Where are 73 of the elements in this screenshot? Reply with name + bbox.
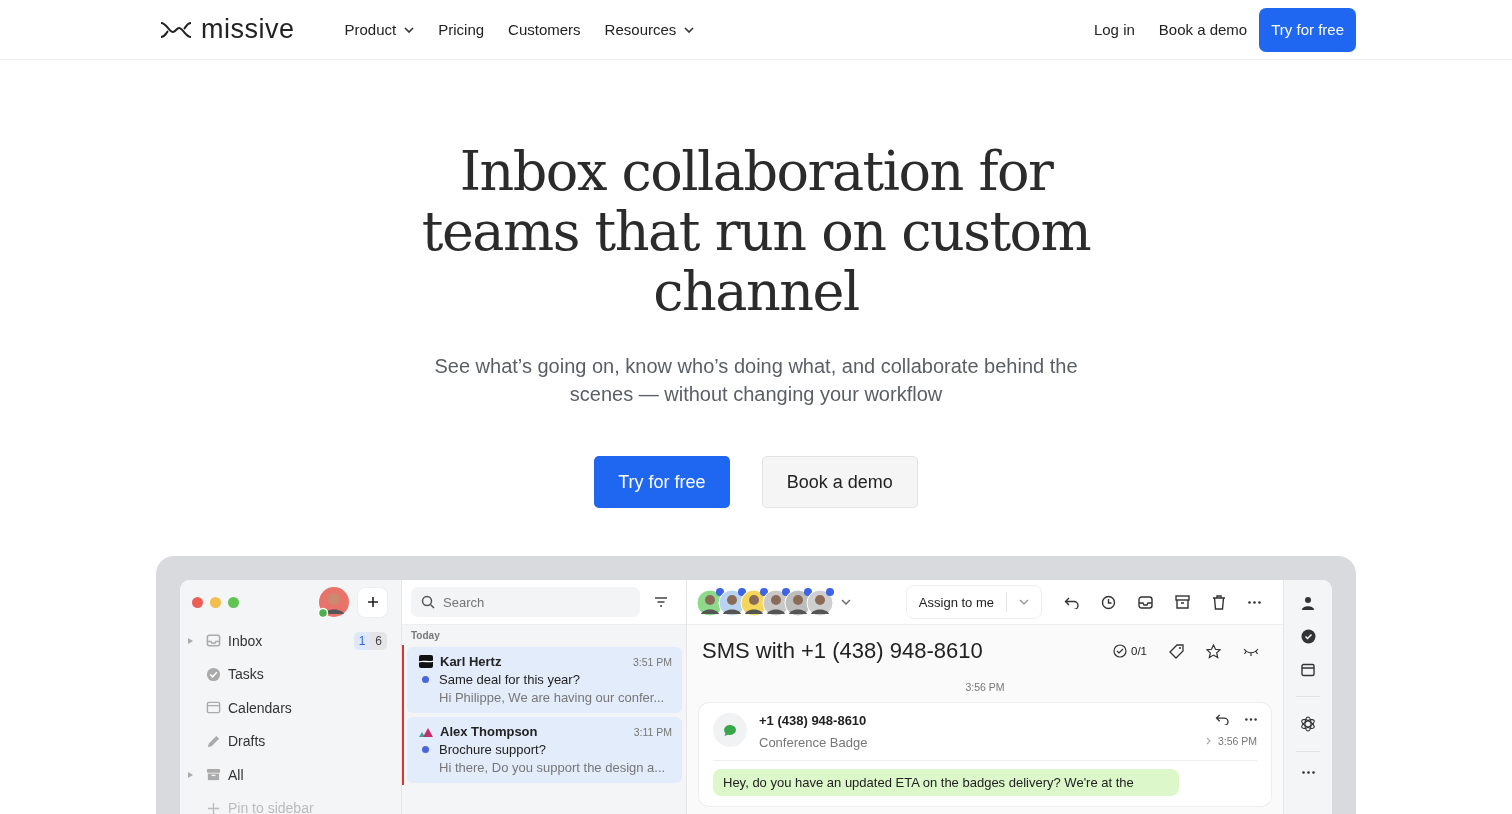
message-subject: Conference Badge: [759, 735, 868, 750]
search-field[interactable]: Search: [411, 587, 640, 617]
tag-icon[interactable]: [1169, 643, 1184, 659]
trash-icon[interactable]: [1212, 594, 1226, 610]
conversation-title: SMS with +1 (438) 948-8610: [702, 638, 983, 664]
check-circle-icon: [206, 666, 221, 682]
search-icon: [421, 595, 435, 609]
sidebar-item[interactable]: Calendars: [228, 699, 292, 716]
logo-icon: [160, 20, 192, 39]
more-icon[interactable]: [1301, 771, 1315, 774]
time-label: 3:11 PM: [633, 725, 672, 738]
sidebar-item[interactable]: Inbox: [228, 632, 263, 649]
sidebar-item[interactable]: Tasks: [228, 666, 264, 683]
message-bubble: Hey, do you have an updated ETA on the badges delivery? We're at the: [713, 769, 1179, 796]
company-logo-icon: [419, 655, 433, 668]
closed-eye-icon[interactable]: [1243, 646, 1259, 656]
assign-button[interactable]: Assign to me: [905, 585, 1042, 619]
plus-icon: [366, 596, 379, 608]
time-label: 3:56 PM: [1217, 735, 1257, 747]
company-logo-icon: [419, 726, 433, 737]
message-preview: Hi Philippe, We are having our confer...: [438, 690, 666, 705]
person-icon[interactable]: [1301, 596, 1315, 610]
calendar-icon[interactable]: [1301, 663, 1315, 677]
archive-icon: [206, 767, 221, 783]
hero-subtitle: See what’s going on, know who’s doing what, and collaborate behind the scenes — without changing your workflow: [433, 354, 1079, 407]
chevron-down-icon: [1019, 599, 1029, 605]
time-label: 3:51 PM: [632, 655, 672, 668]
plus-icon: [206, 800, 221, 814]
pencil-icon: [206, 733, 221, 749]
try-free-button[interactable]: Try for free: [594, 456, 730, 508]
nav-link[interactable]: Pricing: [438, 21, 485, 38]
compose-button[interactable]: [358, 587, 387, 617]
inbox-icon[interactable]: [1138, 595, 1153, 609]
clock-icon[interactable]: [1101, 594, 1116, 610]
check-circle-icon[interactable]: [1300, 629, 1316, 644]
subject: Same deal for this year?: [439, 672, 580, 687]
message-preview: Hi there, Do you support the design a...: [438, 760, 667, 775]
filter-icon[interactable]: [654, 597, 668, 607]
avatar[interactable]: [318, 586, 350, 618]
sidebar-item[interactable]: Drafts: [228, 733, 266, 750]
close-window-button[interactable]: [192, 596, 203, 608]
nav-link[interactable]: Customers: [508, 21, 581, 38]
timestamp: 3:56 PM: [964, 681, 1006, 693]
demo-link[interactable]: Book a demo: [1158, 21, 1248, 38]
conversation-item[interactable]: Karl Hertz 3:51 PM Same deal for this year? Hi Philippe, We are having our confer...: [407, 647, 682, 713]
sender-name: Karl Hertz: [440, 654, 502, 669]
nav-link[interactable]: Resources: [604, 21, 695, 38]
more-icon[interactable]: [1245, 717, 1257, 721]
star-icon[interactable]: [1206, 643, 1221, 659]
more-icon[interactable]: [1248, 600, 1261, 604]
sender-name: Alex Thompson: [440, 724, 538, 739]
login-link[interactable]: Log in: [1093, 21, 1135, 38]
section-heading: Today: [410, 629, 441, 643]
nav-link[interactable]: Product: [344, 21, 415, 38]
subject: Brochure support?: [439, 742, 546, 757]
task-counter[interactable]: 0/1: [1113, 644, 1147, 658]
count-badge: 6: [370, 631, 387, 650]
brand-name: missive: [201, 14, 295, 45]
calendar-icon: [206, 700, 221, 716]
chat-bubble-icon: [713, 713, 747, 747]
reply-icon[interactable]: [1064, 595, 1079, 609]
reply-icon[interactable]: [1215, 713, 1229, 725]
sender-number: +1 (438) 948-8610: [759, 713, 868, 728]
chevron-down-icon[interactable]: [841, 599, 851, 605]
book-demo-button[interactable]: Book a demo: [761, 456, 918, 508]
conversation-item[interactable]: Alex Thompson 3:11 PM Brochure support? Hi there, Do you support the design a...: [407, 717, 682, 783]
try-free-button[interactable]: Try for free: [1259, 7, 1356, 52]
sidebar-item[interactable]: All: [228, 766, 244, 783]
inbox-icon: [206, 633, 221, 649]
flower-knot-icon[interactable]: [1300, 716, 1316, 732]
count-badge: 1: [353, 631, 371, 650]
archive-icon[interactable]: [1175, 595, 1190, 609]
hero-title: Inbox collaboration for teams that run on custom channel: [420, 142, 1092, 322]
